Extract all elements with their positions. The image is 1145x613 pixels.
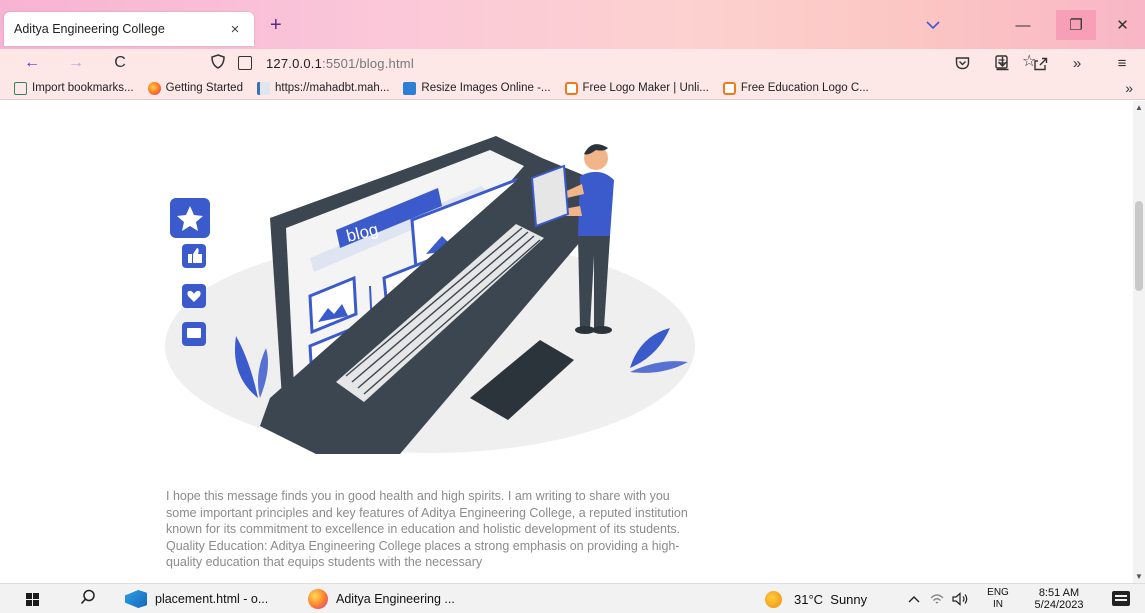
language-indicator[interactable]: ENG IN	[986, 587, 1010, 611]
held-panel	[530, 164, 570, 228]
share-icon[interactable]	[1028, 49, 1052, 77]
scroll-down-icon[interactable]: ▼	[1135, 572, 1143, 581]
blog-hero-illustration: blog	[165, 136, 695, 454]
bookmark-label: Free Education Logo C...	[740, 82, 869, 94]
document-icon	[256, 81, 270, 95]
article-body: I hope this message finds you in good he…	[166, 489, 688, 570]
import-icon	[14, 81, 27, 95]
taskbar-app-label: Aditya Engineering ...	[336, 592, 455, 606]
browser-tab-active[interactable]: Aditya Engineering College ×	[4, 12, 254, 46]
bookmark-label: Getting Started	[165, 82, 243, 94]
page-icon[interactable]	[238, 56, 252, 70]
bookmarks-more-icon[interactable]: »	[1125, 80, 1133, 96]
chevron-down-icon[interactable]	[913, 10, 953, 40]
overflow-icon[interactable]: »	[1065, 49, 1089, 77]
bookmark-label: Free Logo Maker | Unli...	[582, 82, 709, 94]
weather-text: 31°C Sunny	[794, 591, 868, 607]
firefox-icon	[147, 81, 161, 95]
logo-icon	[564, 81, 578, 95]
navigation-toolbar: ← → C 127.0.0.1:5501/blog.html ☆ » ≡	[0, 49, 1145, 77]
volume-icon[interactable]	[952, 584, 970, 613]
bookmarks-toolbar: Import bookmarks... Getting Started http…	[0, 77, 1145, 100]
person-shirt	[578, 171, 614, 236]
show-hidden-icons-icon[interactable]	[908, 584, 920, 613]
address-bar[interactable]: 127.0.0.1:5501/blog.html ☆	[210, 52, 1036, 74]
download-icon[interactable]	[990, 49, 1014, 77]
clock-date: 5/24/2023	[1034, 599, 1084, 611]
bookmark-getting-started[interactable]: Getting Started	[147, 81, 243, 95]
shield-icon[interactable]	[210, 54, 226, 72]
scroll-thumb[interactable]	[1135, 201, 1143, 291]
windows-taskbar: placement.html - o... Aditya Engineering…	[0, 583, 1145, 613]
reload-button[interactable]: C	[108, 49, 132, 77]
browser-titlebar: Aditya Engineering College × + — ❐ ✕	[0, 0, 1145, 49]
bookmark-education-logo[interactable]: Free Education Logo C...	[722, 81, 869, 95]
network-icon[interactable]	[930, 584, 944, 613]
taskbar-app-firefox[interactable]: Aditya Engineering ...	[308, 584, 455, 613]
minimize-button[interactable]: —	[1003, 10, 1043, 40]
region-code: IN	[993, 599, 1003, 610]
page-content: blog I hope this message finds you in go…	[0, 101, 1145, 583]
menu-icon[interactable]: ≡	[1110, 49, 1134, 77]
back-button[interactable]: ←	[20, 49, 44, 77]
new-tab-button[interactable]: +	[270, 15, 282, 35]
bookmark-mahadbt[interactable]: https://mahadbt.mah...	[256, 81, 390, 95]
close-tab-icon[interactable]: ×	[226, 21, 244, 38]
tab-title: Aditya Engineering College	[14, 22, 165, 36]
notification-icon[interactable]	[1112, 591, 1130, 606]
bookmark-resize-images[interactable]: Resize Images Online -...	[403, 81, 551, 95]
search-icon[interactable]	[80, 589, 96, 610]
logo-icon	[722, 81, 736, 95]
resize-icon	[403, 81, 417, 95]
language-code: ENG	[987, 587, 1009, 598]
bookmark-import[interactable]: Import bookmarks...	[14, 81, 134, 95]
pocket-icon[interactable]	[950, 49, 974, 77]
bookmark-free-logo-maker[interactable]: Free Logo Maker | Unli...	[564, 81, 709, 95]
taskbar-app-vscode[interactable]: placement.html - o...	[125, 584, 268, 613]
system-clock[interactable]: 8:51 AM 5/24/2023	[1025, 587, 1093, 611]
url-path: :5501/blog.html	[322, 55, 414, 71]
bookmark-label: https://mahadbt.mah...	[274, 82, 390, 94]
url-host: 127.0.0.1	[266, 55, 323, 71]
bookmark-label: Resize Images Online -...	[421, 82, 551, 94]
clock-time: 8:51 AM	[1038, 587, 1080, 599]
forward-button[interactable]: →	[64, 49, 88, 77]
vscode-icon	[125, 590, 147, 608]
bookmark-label: Import bookmarks...	[32, 82, 134, 94]
close-window-button[interactable]: ✕	[1100, 10, 1145, 40]
scroll-up-icon[interactable]: ▲	[1135, 103, 1143, 112]
maximize-button[interactable]: ❐	[1056, 10, 1096, 40]
firefox-icon	[308, 589, 328, 609]
taskbar-app-label: placement.html - o...	[155, 592, 269, 606]
page-scrollbar[interactable]: ▲ ▼	[1133, 101, 1145, 583]
windows-start-icon[interactable]	[26, 593, 39, 606]
url-text[interactable]: 127.0.0.1:5501/blog.html	[266, 56, 414, 71]
sun-icon	[765, 590, 782, 608]
weather-widget[interactable]: 31°C Sunny	[765, 584, 867, 613]
